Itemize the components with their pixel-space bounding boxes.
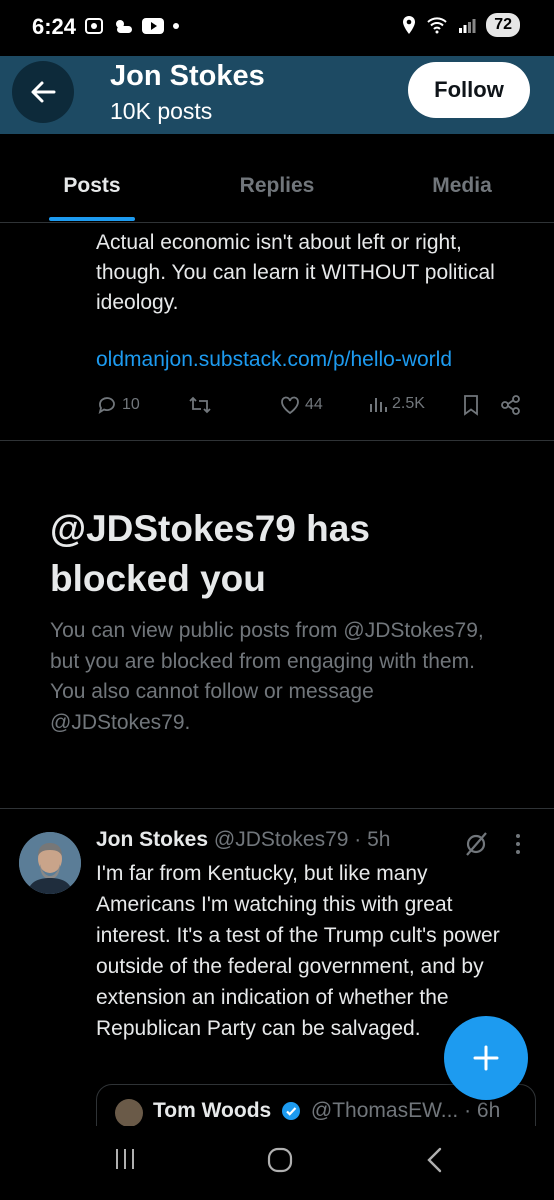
compose-button[interactable] <box>444 1016 528 1100</box>
share-icon <box>501 395 520 415</box>
quote-header: Tom Woods @ThomasEW... · 6h <box>153 1099 500 1123</box>
divider <box>0 440 554 441</box>
reply-button[interactable]: 10 <box>96 394 140 416</box>
tab-media[interactable]: Media <box>432 174 492 198</box>
reply-icon <box>98 397 115 414</box>
heart-icon <box>281 396 299 415</box>
view-count: 2.5K <box>392 395 425 412</box>
status-system-icons: 72 <box>402 13 520 37</box>
repost-button[interactable] <box>188 394 212 416</box>
more-options-button[interactable] <box>514 832 522 861</box>
recent-apps-button[interactable] <box>112 1146 138 1177</box>
like-button[interactable]: 44 <box>279 394 323 416</box>
post-header: Jon Stokes @JDStokes79 · 5h <box>96 828 390 852</box>
blocked-description: You can view public posts from @JDStokes… <box>50 619 484 734</box>
status-bar: 6:24 72 <box>0 0 554 56</box>
profile-tabs: Posts Replies Media <box>0 134 554 223</box>
location-icon <box>403 16 416 34</box>
divider <box>0 808 554 809</box>
quote-avatar <box>115 1099 143 1127</box>
bookmark-icon <box>464 395 478 416</box>
post-link[interactable]: oldmanjon.substack.com/p/hello-world <box>96 348 452 372</box>
home-icon <box>267 1147 293 1173</box>
quote-author-name: Tom Woods <box>153 1099 272 1122</box>
back-button[interactable] <box>12 61 74 123</box>
author-handle-time[interactable]: @JDStokes79 · 5h <box>214 828 391 851</box>
chevron-left-icon <box>427 1147 442 1173</box>
author-name[interactable]: Jon Stokes <box>96 828 208 851</box>
arrow-left-icon <box>31 81 56 103</box>
youtube-icon <box>142 18 164 34</box>
reply-count: 10 <box>122 396 140 413</box>
verified-badge-icon <box>282 1102 301 1121</box>
system-back-button[interactable] <box>424 1146 446 1179</box>
avatar[interactable] <box>19 832 81 894</box>
blocked-title: @JDStokes79 has blocked you <box>50 508 370 599</box>
more-vertical-icon <box>516 834 520 854</box>
post-actions: 10 44 2.5K <box>96 394 536 422</box>
quote-author-handle: @ThomasEW... · 6h <box>310 1099 501 1122</box>
post-fragment[interactable]: Actual economic isn't about left or righ… <box>96 228 536 318</box>
plus-icon <box>473 1045 499 1071</box>
grok-icon <box>466 832 487 856</box>
signal-icon <box>459 19 476 33</box>
post-count: 10K posts <box>110 98 213 124</box>
weather-icon <box>116 20 132 33</box>
share-button[interactable] <box>500 394 522 416</box>
recent-apps-icon <box>116 1149 134 1169</box>
tab-replies[interactable]: Replies <box>240 174 315 198</box>
home-button[interactable] <box>266 1146 294 1179</box>
like-count: 44 <box>305 396 323 413</box>
repost-icon <box>189 396 211 414</box>
wifi-icon <box>427 17 447 34</box>
status-notification-icons <box>84 16 180 36</box>
dot-icon <box>173 23 179 29</box>
avatar-image <box>19 832 81 894</box>
post-text: Actual economic isn't about left or righ… <box>96 231 495 314</box>
views-button[interactable]: 2.5K <box>368 394 425 414</box>
post-text: I'm far from Kentucky, but like many Ame… <box>96 862 500 1040</box>
tab-posts[interactable]: Posts <box>63 174 120 198</box>
system-navigation-bar <box>0 1126 554 1200</box>
battery-indicator: 72 <box>486 13 520 37</box>
active-tab-indicator <box>49 217 135 221</box>
status-time: 6:24 <box>32 14 77 39</box>
screenshot-icon <box>85 18 103 34</box>
profile-header: Jon Stokes 10K posts Follow <box>0 56 554 134</box>
follow-button[interactable]: Follow <box>408 62 530 118</box>
bookmark-button[interactable] <box>462 394 480 416</box>
profile-name: Jon Stokes <box>110 60 265 92</box>
views-icon <box>370 398 387 412</box>
